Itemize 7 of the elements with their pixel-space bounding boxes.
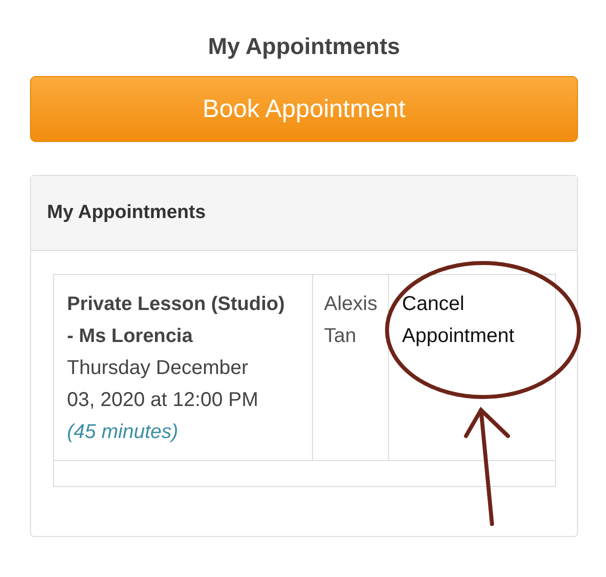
lesson-title: Private Lesson (Studio) - Ms Lorencia — [67, 292, 286, 349]
page-title: My Appointments — [208, 32, 400, 61]
panel-title: My Appointments — [47, 202, 206, 224]
appointment-datetime: Thursday December 03, 2020 at 12:00 PM — [67, 356, 260, 413]
appointment-duration: (45 minutes) — [67, 420, 180, 445]
cancel-link[interactable]: Cancel Appointment — [402, 288, 543, 352]
table-cell: Alexis Tan — [312, 274, 388, 460]
